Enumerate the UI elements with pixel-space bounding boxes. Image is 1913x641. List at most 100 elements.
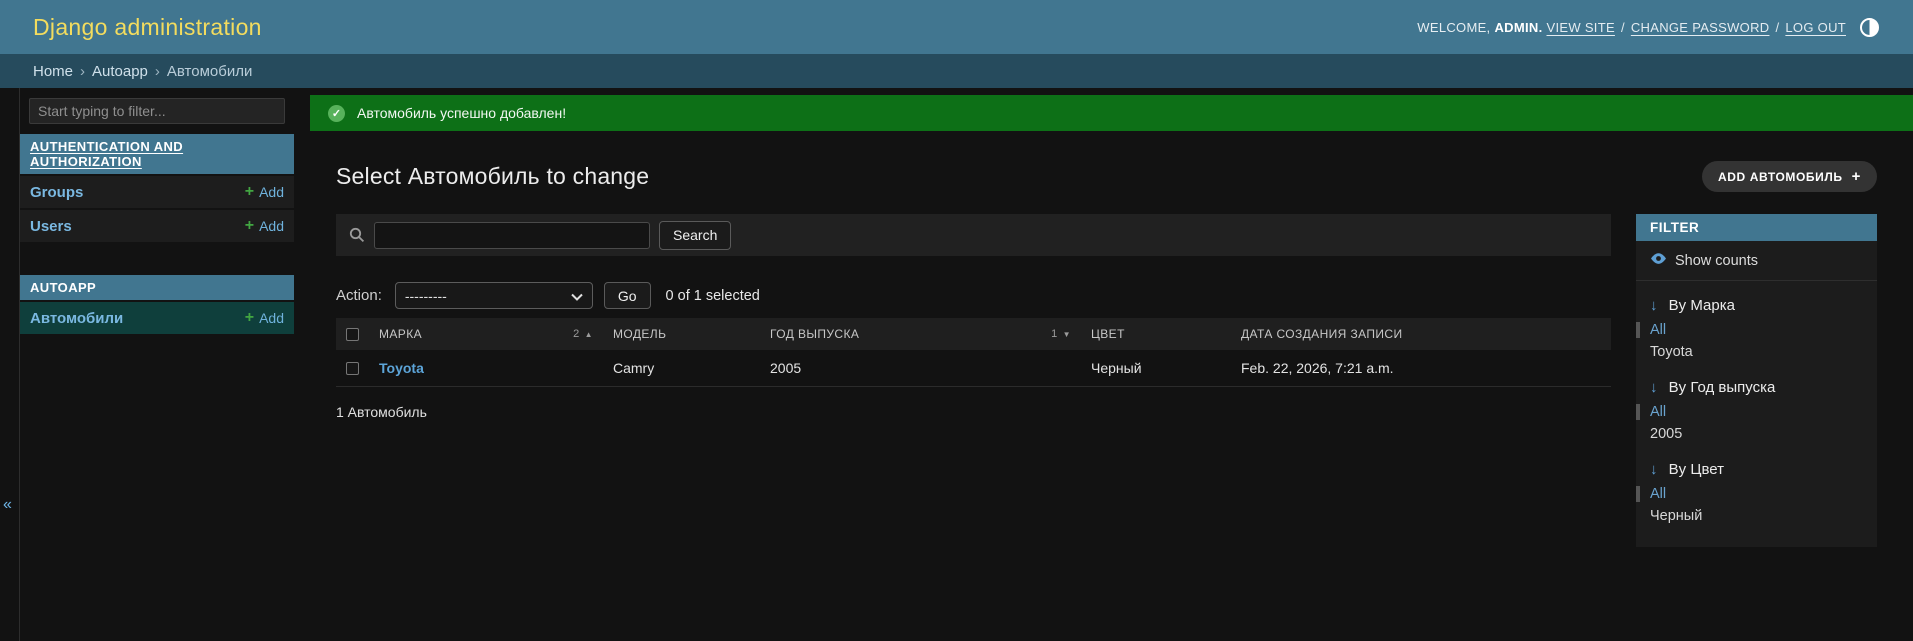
user-tools-separator: / xyxy=(1621,20,1625,35)
plus-icon: + xyxy=(245,310,254,326)
show-counts-label: Show counts xyxy=(1675,253,1758,269)
arrow-down-icon: ↓ xyxy=(1650,297,1658,314)
sort-indicator[interactable]: 2 ▲ xyxy=(573,328,593,340)
add-group-link[interactable]: + Add xyxy=(245,184,284,200)
select-all-checkbox[interactable] xyxy=(346,328,359,341)
search-toolbar: Search xyxy=(336,214,1611,256)
sidebar-section-auth-title[interactable]: AUTHENTICATION AND AUTHORIZATION xyxy=(20,134,294,174)
avtomobili-link[interactable]: Автомобили xyxy=(30,310,123,327)
go-button[interactable]: Go xyxy=(604,282,651,309)
sort-indicator[interactable]: 1 ▼ xyxy=(1051,328,1071,340)
plus-icon: + xyxy=(245,184,254,200)
sort-desc-icon: ▼ xyxy=(1063,330,1071,339)
nav-sidebar: AUTHENTICATION AND AUTHORIZATION Groups … xyxy=(20,88,294,641)
toyota-link[interactable]: Toyota xyxy=(379,360,424,376)
filter-group-heading[interactable]: ↓ By Год выпуска xyxy=(1650,379,1863,396)
add-avtomobil-button[interactable]: ADD АВТОМОБИЛЬ + xyxy=(1702,161,1877,192)
action-label: Action: xyxy=(336,287,382,304)
cell-created: Feb. 22, 2026, 7:21 a.m. xyxy=(1231,350,1611,387)
user-tools: WELCOME, ADMIN. VIEW SITE / CHANGE PASSW… xyxy=(1417,18,1879,37)
filter-option-link[interactable]: All xyxy=(1650,404,1666,420)
view-site-link[interactable]: VIEW SITE xyxy=(1547,20,1615,35)
column-header-marka[interactable]: МАРКА 2 ▲ xyxy=(369,318,603,350)
filter-group-heading[interactable]: ↓ By Цвет xyxy=(1650,461,1863,478)
object-tools: ADD АВТОМОБИЛЬ + xyxy=(1702,161,1877,192)
column-header-cvet[interactable]: ЦВЕТ xyxy=(1081,318,1231,350)
filter-option-all[interactable]: All xyxy=(1636,483,1877,505)
column-label: МОДЕЛЬ xyxy=(613,327,666,341)
select-all-cell xyxy=(336,318,369,350)
add-label: Add xyxy=(259,184,284,200)
sidebar-filter-input[interactable] xyxy=(29,98,285,124)
filter-group-marka: ↓ By Марка All Toyota xyxy=(1636,297,1877,363)
user-tools-separator: / xyxy=(1775,20,1779,35)
welcome-text: WELCOME, xyxy=(1417,20,1490,35)
filter-option-2005[interactable]: 2005 xyxy=(1636,423,1877,445)
site-title: Django administration xyxy=(33,14,262,41)
sort-priority: 2 xyxy=(573,328,580,340)
breadcrumb: Home › Autoapp › Автомобили xyxy=(0,54,1913,88)
action-select[interactable]: --------- xyxy=(395,282,593,309)
filter-option-link[interactable]: Toyota xyxy=(1650,344,1693,360)
filter-option-cherny[interactable]: Черный xyxy=(1636,505,1877,527)
column-header-god-vypuska[interactable]: ГОД ВЫПУСКА 1 ▼ xyxy=(760,318,1081,350)
filter-option-link[interactable]: Черный xyxy=(1650,508,1702,524)
filter-option-toyota[interactable]: Toyota xyxy=(1636,341,1877,363)
admin-header: Django administration WELCOME, ADMIN. VI… xyxy=(0,0,1913,54)
action-counter: 0 of 1 selected xyxy=(666,288,760,304)
search-input[interactable] xyxy=(374,222,650,249)
breadcrumb-autoapp[interactable]: Autoapp xyxy=(92,63,148,80)
breadcrumb-home[interactable]: Home xyxy=(33,63,73,80)
change-password-link[interactable]: CHANGE PASSWORD xyxy=(1631,20,1770,35)
sidebar-section-autoapp-title[interactable]: AUTOAPP xyxy=(20,275,294,300)
add-avtomobil-link[interactable]: + Add xyxy=(245,310,284,326)
eye-icon xyxy=(1650,252,1667,269)
add-label: Add xyxy=(259,218,284,234)
search-icon xyxy=(349,227,365,243)
result-table: МАРКА 2 ▲ МОДЕЛЬ xyxy=(336,318,1611,387)
sidebar-item-avtomobili: Автомобили + Add xyxy=(20,302,294,334)
plus-icon: + xyxy=(1852,169,1861,184)
users-link[interactable]: Users xyxy=(30,218,72,235)
filter-group-heading[interactable]: ↓ By Марка xyxy=(1650,297,1863,314)
filter-option-all[interactable]: All xyxy=(1636,401,1877,423)
column-label: МАРКА xyxy=(379,327,422,341)
filter-option-link[interactable]: All xyxy=(1650,322,1666,338)
row-checkbox[interactable] xyxy=(346,362,359,375)
success-message-text: Автомобиль успешно добавлен! xyxy=(357,105,566,121)
theme-toggle-icon[interactable] xyxy=(1860,18,1879,37)
filter-option-link[interactable]: All xyxy=(1650,486,1666,502)
search-button[interactable]: Search xyxy=(659,221,731,250)
column-header-data-sozdaniya[interactable]: ДАТА СОЗДАНИЯ ЗАПИСИ xyxy=(1231,318,1611,350)
sidebar-item-users: Users + Add xyxy=(20,210,294,242)
sidebar-collapse-icon[interactable]: « xyxy=(3,496,12,514)
log-out-link[interactable]: LOG OUT xyxy=(1785,20,1846,35)
table-header-row: МАРКА 2 ▲ МОДЕЛЬ xyxy=(336,318,1611,350)
cell-color: Черный xyxy=(1081,350,1231,387)
breadcrumb-separator: › xyxy=(155,63,160,80)
page-title: Select Автомобиль to change xyxy=(336,163,649,190)
paginator: 1 Автомобиль xyxy=(336,404,1611,420)
row-select-cell xyxy=(336,350,369,387)
sidebar-collapse-strip: « xyxy=(0,88,20,641)
filter-group-cvet: ↓ By Цвет All Черный xyxy=(1636,461,1877,527)
add-label: Add xyxy=(259,310,284,326)
breadcrumb-current: Автомобили xyxy=(167,63,252,80)
content-area: ✓ Автомобиль успешно добавлен! Select Ав… xyxy=(294,88,1913,641)
cell-brand: Toyota xyxy=(369,350,603,387)
sidebar-section-autoapp: AUTOAPP Автомобили + Add xyxy=(20,275,294,334)
groups-link[interactable]: Groups xyxy=(30,184,83,201)
table-row: Toyota Camry 2005 Черный Feb. 22, 2026, … xyxy=(336,350,1611,387)
show-counts-toggle[interactable]: Show counts xyxy=(1636,241,1877,281)
add-user-link[interactable]: + Add xyxy=(245,218,284,234)
filter-panel-title: FILTER xyxy=(1636,214,1877,241)
filter-option-link[interactable]: 2005 xyxy=(1650,426,1682,442)
success-message: ✓ Автомобиль успешно добавлен! xyxy=(310,95,1913,131)
column-label: ЦВЕТ xyxy=(1091,327,1125,341)
column-header-model[interactable]: МОДЕЛЬ xyxy=(603,318,760,350)
filter-option-all[interactable]: All xyxy=(1636,319,1877,341)
sidebar-item-groups: Groups + Add xyxy=(20,176,294,208)
filter-group-god-vypuska: ↓ By Год выпуска All 2005 xyxy=(1636,379,1877,445)
sidebar-section-auth: AUTHENTICATION AND AUTHORIZATION Groups … xyxy=(20,134,294,242)
sort-asc-icon: ▲ xyxy=(585,330,593,339)
